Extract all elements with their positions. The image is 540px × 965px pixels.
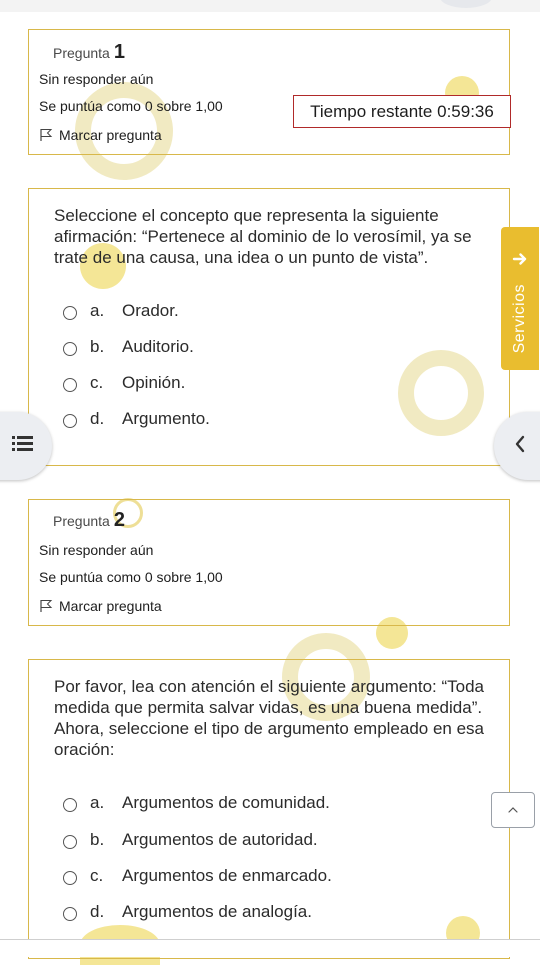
question-1-option-a[interactable]: a. Orador.	[63, 299, 179, 323]
option-label: Argumento.	[122, 409, 210, 428]
radio-button[interactable]	[63, 305, 77, 320]
question-2-number: Pregunta 2	[53, 509, 125, 532]
top-bar-bump	[440, 0, 492, 8]
option-label: Opinión.	[122, 373, 186, 392]
question-1-number: Pregunta 1	[53, 41, 125, 64]
option-letter: b.	[90, 830, 105, 849]
question-1-info-card: Pregunta 1 Sin responder aún Se puntúa co…	[28, 29, 510, 155]
option-letter: d.	[90, 409, 105, 428]
question-2-status: Sin responder aún	[39, 542, 154, 558]
services-label: Servicios	[511, 284, 528, 354]
chevron-up-icon	[507, 801, 519, 819]
flag-label: Marcar pregunta	[59, 127, 162, 143]
option-letter: c.	[90, 866, 104, 885]
option-letter: a.	[90, 301, 105, 320]
radio-button[interactable]	[63, 341, 77, 356]
timer-label: Tiempo restante	[310, 101, 433, 121]
question-2-content-card: Por favor, lea con atención el siguiente…	[28, 659, 510, 959]
question-prefix: Pregunta	[53, 45, 110, 61]
question-1-score: Se puntúa como 0 sobre 1,00	[39, 98, 223, 114]
radio-button[interactable]	[63, 413, 77, 428]
question-number: 2	[113, 509, 125, 531]
option-letter: d.	[90, 902, 105, 921]
option-label: Argumentos de analogía.	[122, 902, 312, 921]
radio-button[interactable]	[63, 797, 77, 812]
list-icon	[12, 435, 34, 458]
option-label: Argumentos de comunidad.	[122, 793, 330, 812]
question-2-option-a[interactable]: a. Argumentos de comunidad.	[63, 791, 330, 815]
flag-question-1-button[interactable]: Marcar pregunta	[39, 127, 162, 143]
option-letter: c.	[90, 373, 104, 392]
flag-icon	[39, 128, 53, 142]
question-2-info-card: Pregunta 2 Sin responder aún Se puntúa co…	[28, 499, 510, 626]
question-1-option-c[interactable]: c. Opinión.	[63, 371, 185, 395]
question-2-option-b[interactable]: b. Argumentos de autoridad.	[63, 828, 318, 852]
question-prefix: Pregunta	[53, 513, 110, 529]
option-letter: a.	[90, 793, 105, 812]
flag-label: Marcar pregunta	[59, 598, 162, 614]
question-1-option-d[interactable]: d. Argumento.	[63, 407, 210, 431]
option-label: Argumentos de enmarcado.	[122, 866, 332, 885]
scroll-to-top-button[interactable]	[491, 792, 535, 828]
option-label: Orador.	[122, 301, 179, 320]
option-letter: b.	[90, 337, 105, 356]
top-bar	[0, 0, 540, 12]
option-label: Argumentos de autoridad.	[122, 830, 318, 849]
radio-button[interactable]	[63, 834, 77, 849]
flag-question-2-button[interactable]: Marcar pregunta	[39, 598, 162, 614]
flag-icon	[39, 599, 53, 613]
option-label: Auditorio.	[122, 337, 194, 356]
question-1-text: Seleccione el concepto que representa la…	[54, 206, 472, 267]
radio-button[interactable]	[63, 870, 77, 885]
question-1-content-card: Seleccione el concepto que representa la…	[28, 188, 510, 466]
question-2-text: Por favor, lea con atención el siguiente…	[54, 677, 485, 759]
radio-button[interactable]	[63, 377, 77, 392]
services-tab[interactable]: Servicios	[501, 227, 539, 370]
timer-value: 0:59:36	[437, 101, 494, 121]
arrow-right-icon	[512, 251, 528, 272]
time-remaining-box: Tiempo restante 0:59:36	[293, 95, 511, 128]
bottom-bar	[0, 939, 540, 957]
question-number: 1	[113, 41, 125, 63]
question-1-option-b[interactable]: b. Auditorio.	[63, 335, 194, 359]
chevron-left-icon	[514, 435, 526, 458]
question-2-option-d[interactable]: d. Argumentos de analogía.	[63, 900, 312, 924]
question-2-option-c[interactable]: c. Argumentos de enmarcado.	[63, 864, 332, 888]
radio-button[interactable]	[63, 906, 77, 921]
question-2-score: Se puntúa como 0 sobre 1,00	[39, 569, 223, 585]
question-1-status: Sin responder aún	[39, 71, 154, 87]
